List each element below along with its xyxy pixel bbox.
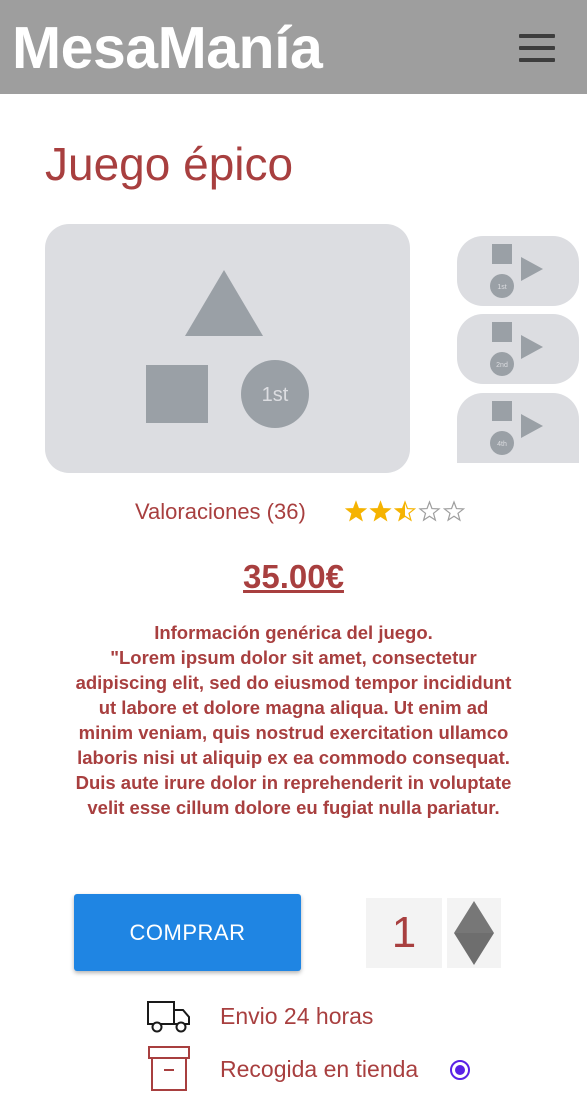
- thumbnail-badge: 2nd: [496, 362, 508, 369]
- star-icon[interactable]: [344, 500, 368, 522]
- main-product-image[interactable]: 1st: [45, 224, 410, 473]
- ratings-label[interactable]: Valoraciones (36): [135, 498, 306, 526]
- image-placeholder-icon: 1st: [490, 244, 543, 298]
- square-shape: [146, 365, 208, 423]
- pickup-radio-button[interactable]: [449, 1059, 471, 1081]
- app-header: MesaManía: [0, 0, 587, 94]
- star-icons: [344, 500, 466, 522]
- increment-arrow-icon[interactable]: [454, 901, 494, 933]
- star-icon[interactable]: [418, 500, 441, 522]
- buy-button[interactable]: COMPRAR: [74, 894, 301, 971]
- triangle-shape: [185, 270, 263, 336]
- star-icon[interactable]: [369, 500, 392, 522]
- decrement-arrow-icon[interactable]: [454, 933, 494, 965]
- thumbnail-3[interactable]: 4th: [457, 393, 579, 463]
- thumbnail-badge: 1st: [497, 284, 506, 291]
- description-title: Información genérica del juego.: [154, 622, 433, 643]
- pickup-label: Recogida en tienda: [220, 1056, 419, 1082]
- image-placeholder-icon: 1st: [146, 270, 309, 428]
- product-title: Juego épico: [45, 138, 294, 190]
- box-icon: [148, 1046, 190, 1091]
- quantity-stepper[interactable]: [447, 898, 501, 968]
- product-description: Información genérica del juego. "Lorem i…: [70, 620, 517, 820]
- image-placeholder-icon: 2nd: [490, 322, 543, 376]
- shipping-option[interactable]: Envio 24 horas: [145, 997, 565, 1039]
- thumbnail-1[interactable]: 1st: [457, 236, 579, 306]
- brand-logo[interactable]: MesaManía: [12, 12, 323, 84]
- product-price: 35.00€: [243, 558, 344, 595]
- star-rating[interactable]: [344, 499, 466, 525]
- quantity-value[interactable]: 1: [366, 898, 442, 968]
- up-down-arrows-icon: [454, 901, 494, 965]
- star-icon[interactable]: [393, 500, 417, 522]
- thumbnail-2[interactable]: 2nd: [457, 314, 579, 384]
- image-badge: 1st: [262, 384, 289, 406]
- pickup-option[interactable]: Recogida en tienda: [145, 1045, 565, 1091]
- hamburger-menu-icon[interactable]: [519, 34, 557, 64]
- description-body: "Lorem ipsum dolor sit amet, consectetur…: [75, 647, 512, 818]
- thumbnail-badge: 4th: [497, 441, 507, 448]
- shipping-label: Envio 24 horas: [220, 1003, 374, 1029]
- truck-icon: [147, 1001, 190, 1033]
- image-placeholder-icon: 4th: [490, 401, 543, 455]
- star-icon[interactable]: [442, 500, 466, 522]
